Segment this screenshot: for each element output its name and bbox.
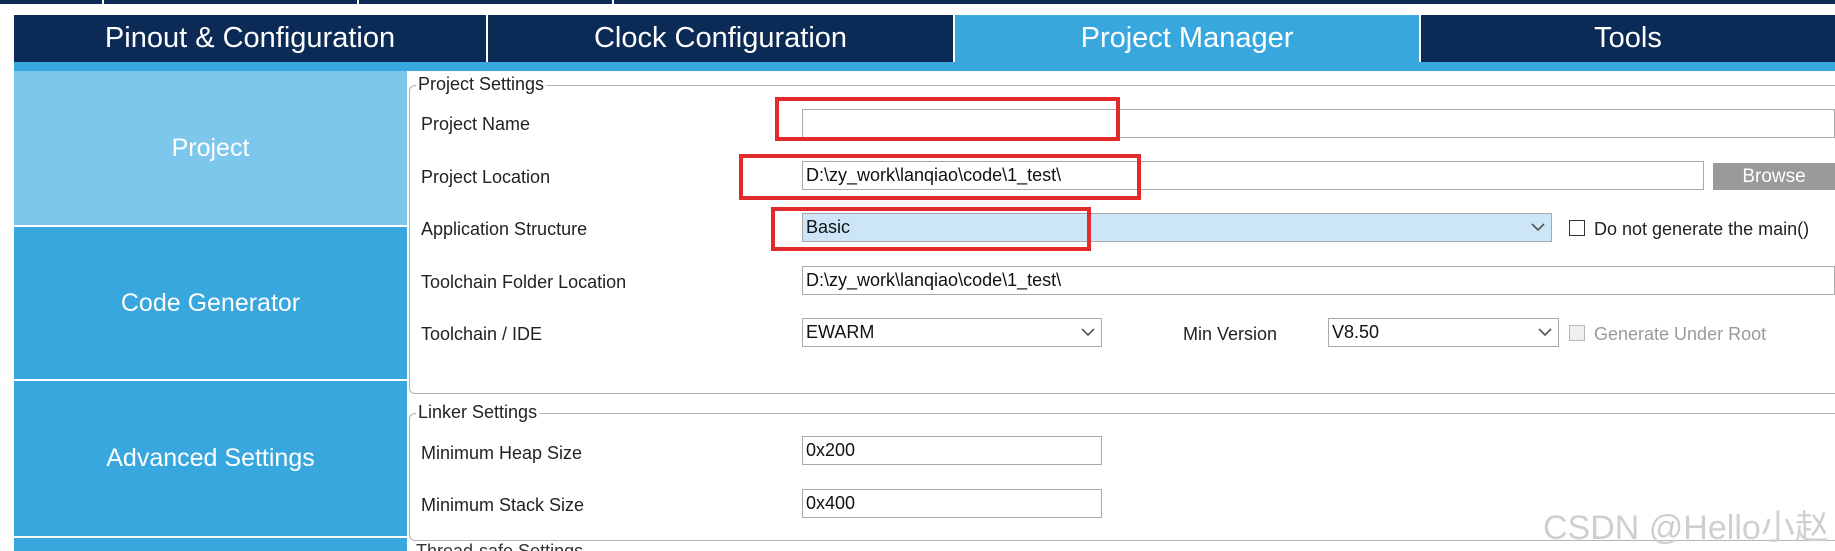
top-strip-divider (612, 0, 614, 4)
project-settings-panel: Project Settings Project Name Project Lo… (407, 71, 1835, 551)
toolchain-folder-label: Toolchain Folder Location (421, 272, 627, 292)
sidebar-item-project[interactable]: Project (14, 71, 407, 227)
sidebar-item-advanced-settings[interactable]: Advanced Settings (14, 381, 407, 538)
sidebar-item-label: Code Generator (120, 288, 301, 317)
sidebar-item-next[interactable] (14, 538, 407, 551)
min-heap-input[interactable]: 0x200 (802, 436, 1102, 465)
project-location-label: Project Location (421, 167, 551, 187)
tab-project-manager[interactable]: Project Manager (953, 15, 1419, 62)
sidebar: Project Code Generator Advanced Settings (14, 71, 407, 551)
min-stack-label: Minimum Stack Size (421, 495, 585, 515)
top-strip-divider (357, 0, 359, 4)
top-strip (0, 0, 1835, 15)
chevron-down-icon (1081, 328, 1095, 337)
sidebar-item-label: Advanced Settings (106, 444, 315, 472)
project-settings-title: Project Settings (416, 74, 547, 95)
top-strip-divider (102, 0, 104, 4)
tab-pinout-configuration[interactable]: Pinout & Configuration (14, 15, 486, 62)
sidebar-item-label: Project (171, 133, 250, 162)
main-tab-bar: Pinout & Configuration Clock Configurati… (14, 15, 1835, 62)
min-heap-label: Minimum Heap Size (421, 443, 583, 463)
do-not-generate-main-label: Do not generate the main() (1594, 219, 1810, 239)
generate-under-root-label: Generate Under Root (1594, 324, 1767, 344)
tab-underline (14, 62, 1835, 71)
chevron-down-icon (1538, 328, 1552, 337)
project-name-label: Project Name (421, 114, 531, 134)
application-structure-label: Application Structure (421, 219, 588, 239)
toolchain-ide-select[interactable]: EWARM (802, 318, 1102, 347)
generate-under-root-checkbox[interactable] (1569, 325, 1585, 341)
do-not-generate-main-checkbox[interactable] (1569, 220, 1585, 236)
annotation-box-application-structure (771, 207, 1091, 251)
linker-settings-title: Linker Settings (416, 402, 540, 423)
toolchain-ide-value: EWARM (806, 322, 875, 342)
top-strip-bar (0, 0, 1835, 4)
tab-tools[interactable]: Tools (1419, 15, 1835, 62)
tab-clock-configuration[interactable]: Clock Configuration (486, 15, 953, 62)
toolchain-ide-label: Toolchain / IDE (421, 324, 543, 344)
watermark: CSDN @Hello小赵 (1543, 509, 1829, 547)
min-version-value: V8.50 (1332, 322, 1380, 342)
sidebar-item-code-generator[interactable]: Code Generator (14, 227, 407, 381)
toolchain-folder-input[interactable]: D:\zy_work\lanqiao\code\1_test\ (802, 266, 1835, 295)
annotation-box-project-name (775, 97, 1120, 141)
chevron-down-icon (1531, 223, 1545, 232)
browse-button[interactable]: Browse (1713, 163, 1835, 190)
min-version-label: Min Version (1183, 324, 1278, 344)
min-version-select[interactable]: V8.50 (1328, 318, 1559, 347)
min-stack-input[interactable]: 0x400 (802, 489, 1102, 518)
annotation-box-project-location (739, 154, 1141, 200)
thread-safe-settings-title-partial: Thread-safe Settings (416, 541, 584, 551)
